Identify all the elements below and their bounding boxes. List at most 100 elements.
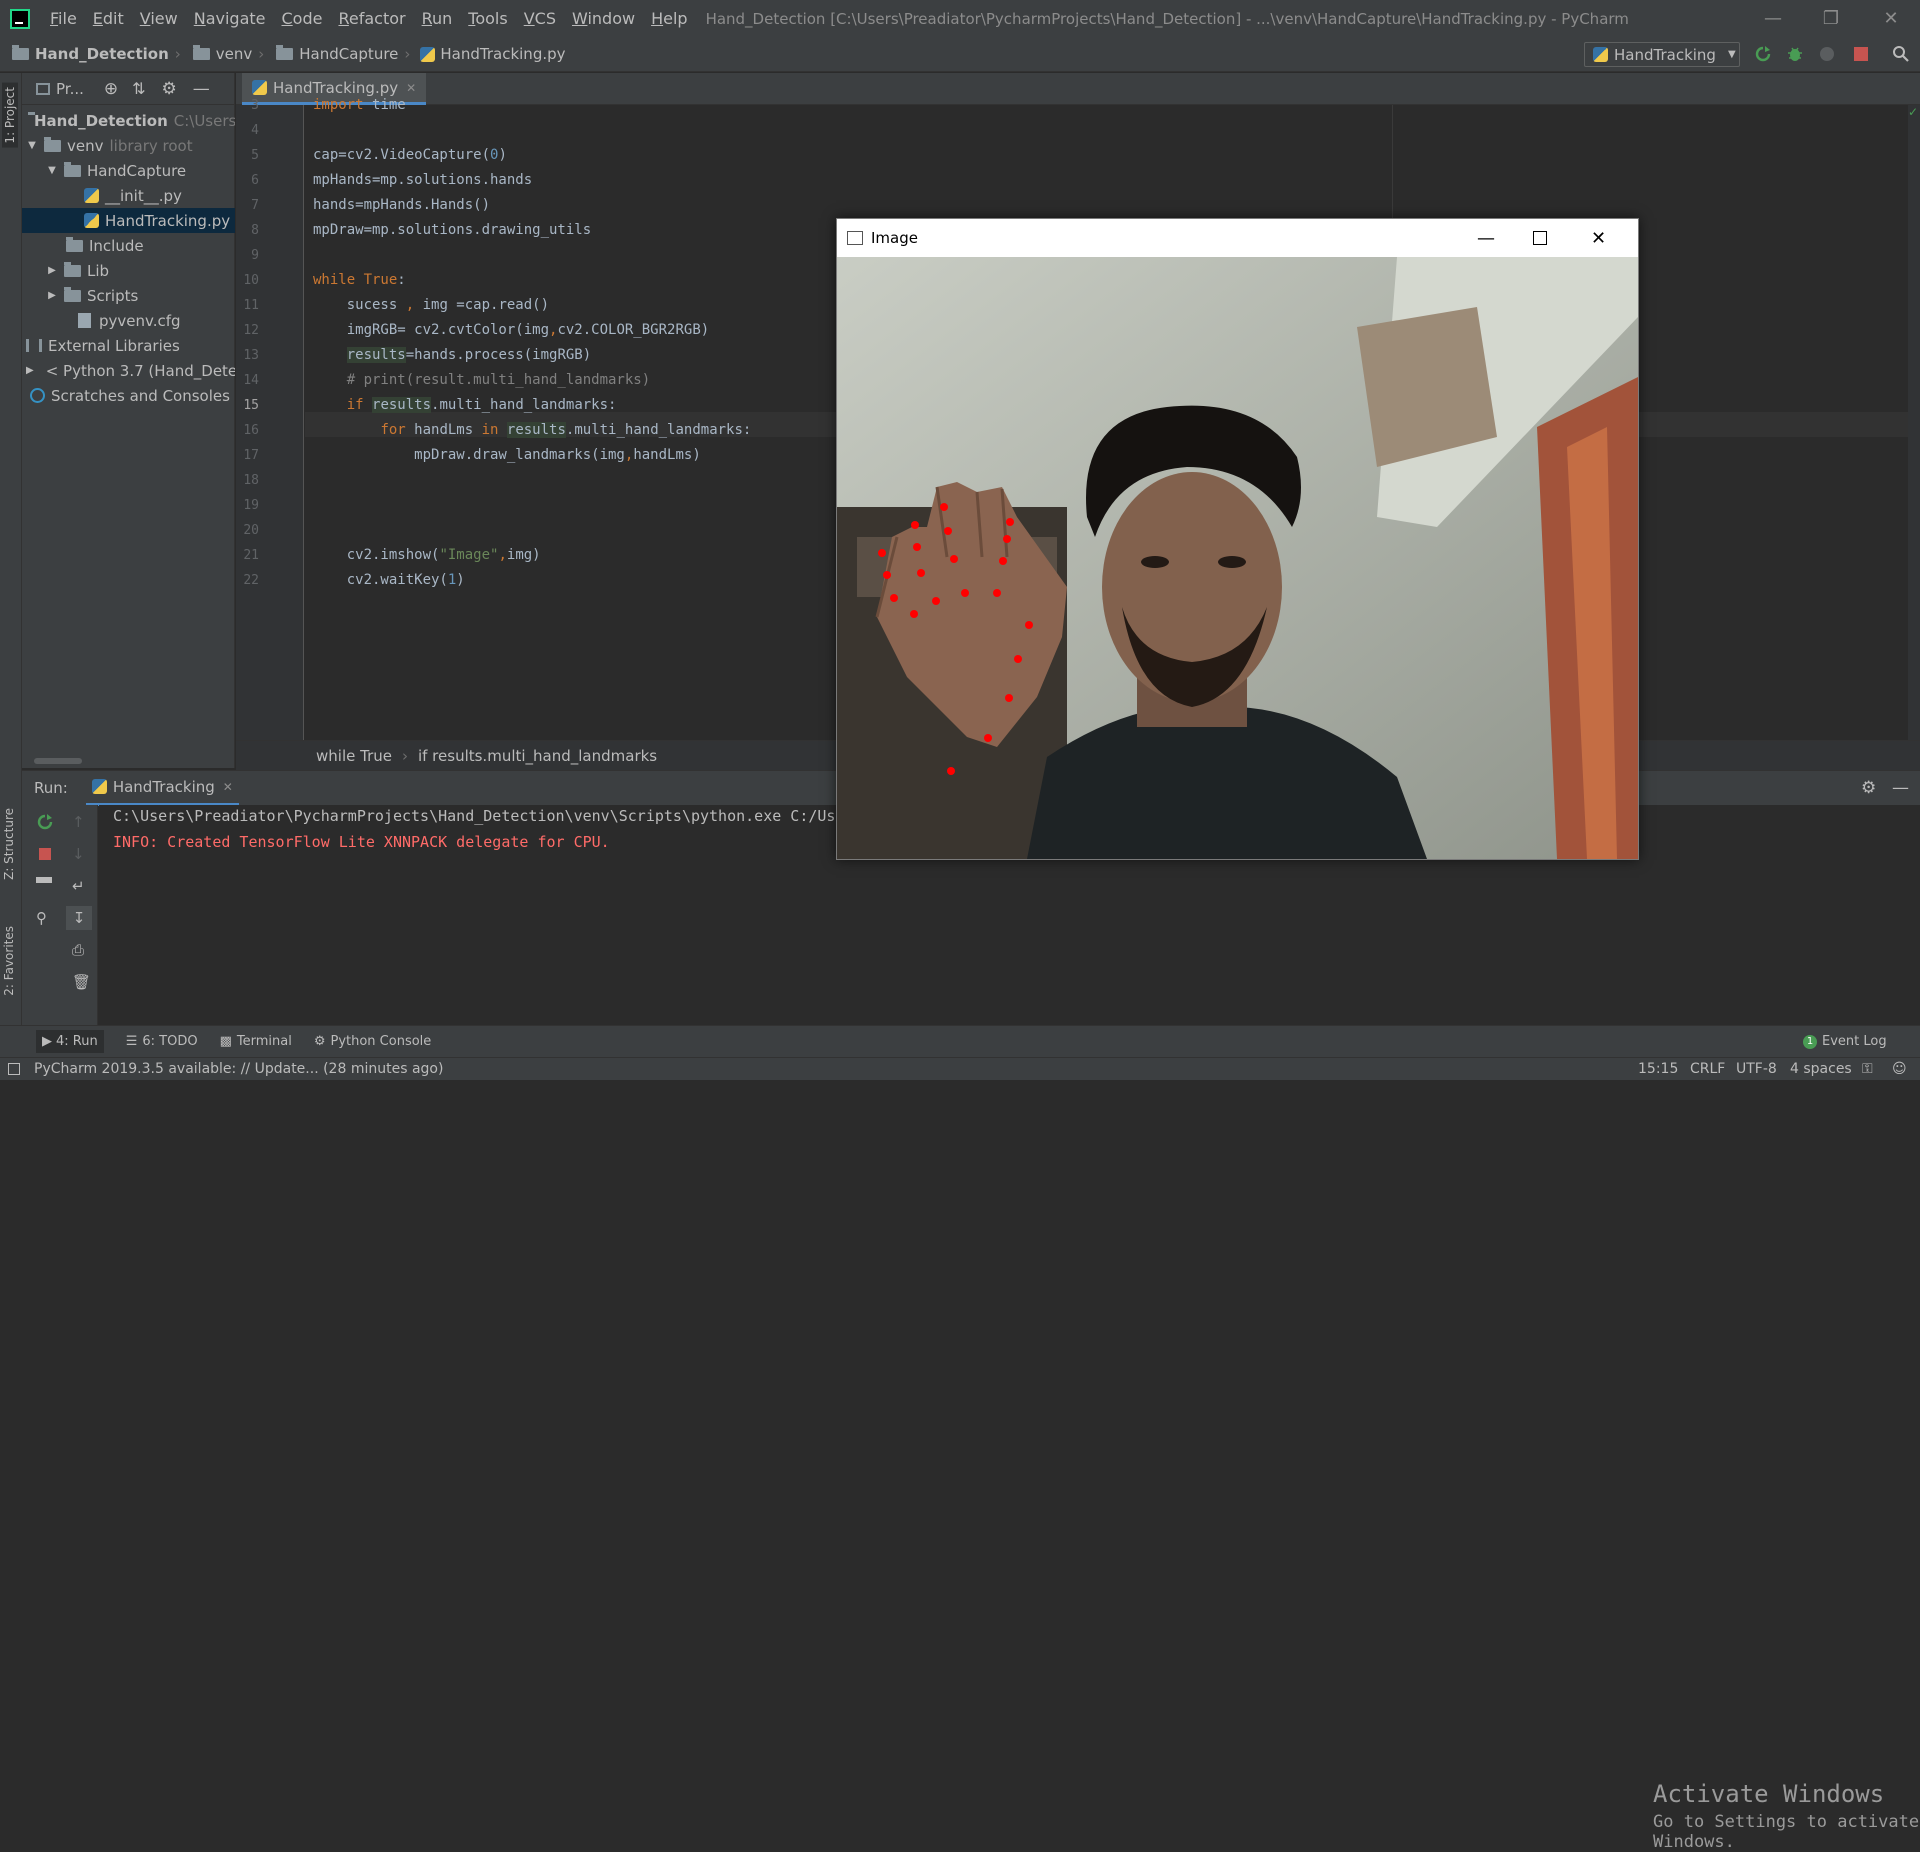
menu-run[interactable]: Run (414, 9, 461, 28)
menu-tools[interactable]: Tools (460, 9, 515, 28)
tree-item-init-py[interactable]: __init__.py (22, 183, 235, 208)
tree-item-include[interactable]: Include (22, 233, 235, 258)
caret-position[interactable]: 15:15 (1638, 1061, 1678, 1077)
folder-icon (276, 45, 294, 60)
hand-landmark (1025, 621, 1033, 629)
tree-item-project-root[interactable]: Hand_DetectionC:\Users\P (22, 108, 235, 133)
webcam-frame (837, 257, 1638, 859)
tree-item-python-sdk[interactable]: ▶ < Python 3.7 (Hand_Dete (22, 358, 235, 383)
arrow-down-icon[interactable]: ↓ (72, 845, 85, 863)
line-number: 6 (251, 173, 259, 188)
favorites-tool-tab[interactable]: 2: Favorites (2, 926, 16, 996)
lock-icon[interactable]: ⚿ (1862, 1061, 1873, 1077)
close-tab-icon[interactable]: ✕ (223, 780, 233, 794)
image-window-titlebar[interactable]: Image — ✕ (837, 219, 1638, 257)
code-line: mpDraw=mp.solutions.drawing_utils (313, 222, 592, 238)
python-file-icon (84, 213, 99, 228)
tree-item-scratches[interactable]: Scratches and Consoles (22, 383, 235, 408)
coverage-icon[interactable] (1818, 45, 1836, 63)
tree-item-external-libraries[interactable]: External Libraries (22, 333, 235, 358)
hide-icon[interactable]: — (1892, 778, 1909, 798)
gear-icon[interactable]: ⚙ (1861, 778, 1876, 798)
pin-icon[interactable]: ⚲ (36, 909, 47, 927)
breadcrumb-file[interactable]: HandTracking.py (410, 45, 566, 63)
run-configuration-select[interactable]: HandTracking ▼ (1584, 42, 1740, 67)
file-encoding[interactable]: UTF-8 (1736, 1061, 1777, 1077)
tree-item-venv[interactable]: ▼ venv library root (22, 133, 235, 158)
hand-landmark (940, 503, 948, 511)
hide-icon[interactable]: — (193, 79, 210, 99)
scratches-icon (30, 388, 45, 403)
todo-tool-button[interactable]: ☰ 6: TODO (126, 1034, 198, 1049)
tree-item-handtracking-py[interactable]: HandTracking.py (22, 208, 235, 233)
indent-setting[interactable]: 4 spaces (1790, 1061, 1852, 1077)
folder-icon (64, 161, 81, 177)
tool-window-bar: ▶ 4: Run ☰ 6: TODO ▩ Terminal ⚙ Python Conso… (0, 1025, 1920, 1057)
collapse-all-icon[interactable]: ⇅ (132, 79, 145, 98)
rerun-icon[interactable] (36, 813, 54, 831)
structure-tool-tab[interactable]: Z: Structure (2, 808, 16, 880)
menu-help[interactable]: Help (643, 9, 695, 28)
event-log-button[interactable]: 1 Event Log (1803, 1034, 1887, 1049)
run-tab-handtracking[interactable]: HandTracking ✕ (85, 771, 239, 806)
menu-vcs[interactable]: VCS (516, 9, 564, 28)
breadcrumb-venv[interactable]: venv (181, 45, 252, 63)
maximize-button[interactable] (1533, 231, 1547, 245)
minimize-button[interactable]: — (1744, 0, 1802, 37)
menu-edit[interactable]: Edit (85, 9, 132, 28)
hand-landmark (999, 557, 1007, 565)
gear-icon[interactable]: ⚙ (162, 79, 177, 99)
hand-landmark (947, 767, 955, 775)
menu-code[interactable]: Code (274, 9, 331, 28)
trash-icon[interactable]: 🗑 (72, 973, 91, 991)
stop-icon[interactable] (1852, 45, 1870, 63)
minimize-button[interactable]: — (1477, 228, 1495, 249)
hand-landmark (911, 521, 919, 529)
soft-wrap-icon[interactable]: ↵ (72, 877, 85, 895)
editor-crumb-while[interactable]: while True (316, 747, 392, 765)
horizontal-scrollbar[interactable] (34, 758, 82, 764)
project-toolbar: Pr... ⊕ ⇅ ⚙ — (22, 73, 234, 105)
project-view-select[interactable]: Pr... (56, 80, 84, 98)
tree-item-pyvenv-cfg[interactable]: pyvenv.cfg (22, 308, 235, 333)
menu-navigate[interactable]: Navigate (186, 9, 274, 28)
breadcrumb-project[interactable]: Hand_Detection (0, 45, 169, 63)
console-line-error: INFO: Created TensorFlow Lite XNNPACK de… (113, 833, 610, 851)
tree-item-scripts[interactable]: ▶ Scripts (22, 283, 235, 308)
debug-icon[interactable] (1786, 45, 1804, 63)
print-icon[interactable]: ⎙ (72, 941, 84, 959)
python-console-tool-button[interactable]: ⚙ Python Console (314, 1034, 431, 1049)
code-line: mpDraw.draw_landmarks(img,handLms) (313, 447, 701, 463)
tree-item-handcapture[interactable]: ▼ HandCapture (22, 158, 235, 183)
menu-file[interactable]: File (42, 9, 85, 28)
scroll-to-end-icon[interactable]: ↧ (66, 906, 92, 930)
image-window[interactable]: Image — ✕ (836, 218, 1639, 860)
tree-item-lib[interactable]: ▶ Lib (22, 258, 235, 283)
menu-refactor[interactable]: Refactor (330, 9, 413, 28)
breadcrumb-handcapture[interactable]: HandCapture (264, 45, 398, 63)
close-button[interactable]: ✕ (1591, 228, 1606, 249)
close-tab-icon[interactable]: ✕ (406, 81, 416, 95)
status-message[interactable]: PyCharm 2019.3.5 available: // Update...… (34, 1061, 443, 1077)
play-icon: ▶ (42, 1034, 52, 1049)
search-icon[interactable] (1892, 45, 1910, 63)
menu-window[interactable]: Window (564, 9, 643, 28)
arrow-up-icon[interactable]: ↑ (72, 813, 85, 831)
rerun-icon[interactable] (1754, 45, 1772, 63)
close-button[interactable]: ✕ (1862, 0, 1920, 37)
line-number: 3 (251, 98, 259, 113)
menu-view[interactable]: View (132, 9, 186, 28)
locate-icon[interactable]: ⊕ (104, 79, 118, 99)
toggle-tool-windows-icon[interactable] (8, 1063, 20, 1075)
stop-icon[interactable] (36, 845, 54, 863)
left-tool-stripe: 1: Project Z: Structure 2: Favorites (0, 73, 22, 1030)
line-separator[interactable]: CRLF (1690, 1061, 1725, 1077)
restore-button[interactable]: ❐ (1802, 0, 1860, 37)
layout-icon[interactable] (36, 877, 52, 889)
inspector-icon[interactable]: ☺ (1892, 1061, 1907, 1077)
code-line: cap=cv2.VideoCapture(0) (313, 147, 507, 163)
editor-crumb-if[interactable]: if results.multi_hand_landmarks (418, 747, 657, 765)
terminal-tool-button[interactable]: ▩ Terminal (220, 1034, 292, 1049)
run-tool-button[interactable]: ▶ 4: Run (36, 1030, 104, 1053)
project-tool-tab[interactable]: 1: Project (2, 83, 18, 148)
